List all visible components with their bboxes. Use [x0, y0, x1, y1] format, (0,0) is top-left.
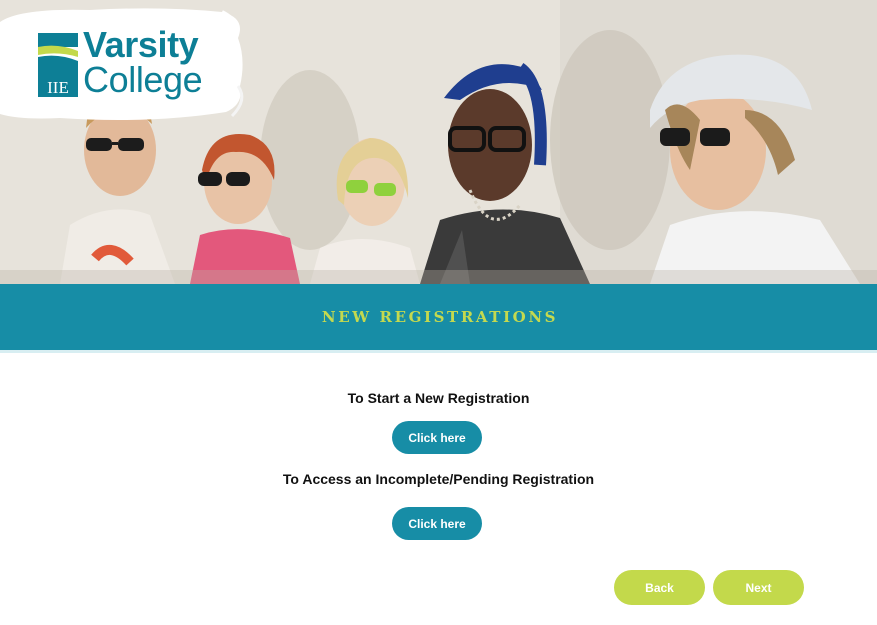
start-new-registration-button[interactable]: Click here: [392, 421, 482, 454]
new-registration-prompt: To Start a New Registration: [347, 390, 530, 406]
logo-line-1: Varsity: [83, 24, 199, 65]
registration-panel: To Start a New Registration Click here T…: [0, 353, 877, 625]
back-button[interactable]: Back: [614, 570, 705, 605]
hero-photo: IIE Varsity College: [0, 0, 877, 284]
svg-text:IIE: IIE: [47, 78, 69, 97]
next-button[interactable]: Next: [713, 570, 804, 605]
iie-emblem-icon: IIE: [38, 33, 78, 97]
access-pending-registration-button[interactable]: Click here: [392, 507, 482, 540]
section-banner: NEW REGISTRATIONS: [0, 284, 877, 353]
logo-line-2: College: [83, 59, 203, 100]
page-title: NEW REGISTRATIONS: [321, 308, 559, 326]
pending-registration-prompt: To Access an Incomplete/Pending Registra…: [282, 471, 595, 487]
logo-wordmark: Varsity College: [83, 24, 203, 100]
logo[interactable]: IIE Varsity College: [0, 0, 250, 125]
